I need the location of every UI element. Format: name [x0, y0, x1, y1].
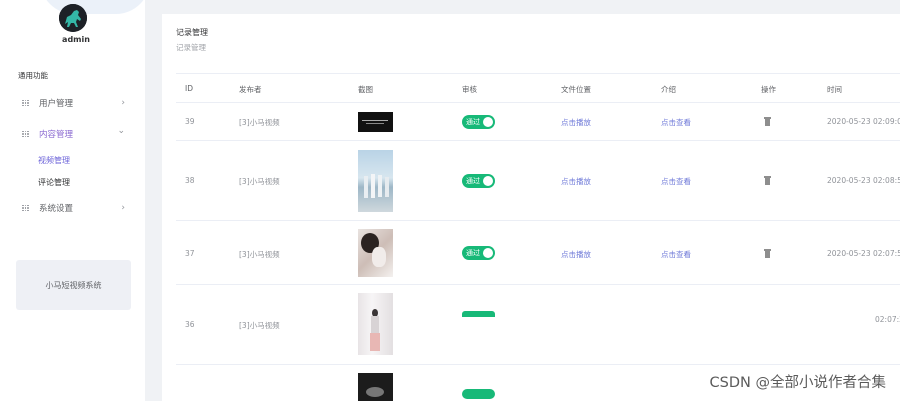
- section-title: 通用功能: [18, 71, 48, 80]
- play-link[interactable]: 点击播放: [561, 117, 591, 128]
- cell-publisher: [3]小马视频: [239, 118, 280, 127]
- cell-id: 38: [185, 176, 195, 185]
- cell-id: 39: [185, 117, 195, 126]
- review-toggle[interactable]: 通过: [462, 174, 495, 188]
- video-thumbnail[interactable]: [358, 293, 393, 355]
- cell-time: 2020-05-23 02:08:5: [827, 176, 900, 185]
- delete-icon[interactable]: [764, 249, 771, 258]
- toggle-knob: [483, 248, 493, 258]
- header-review: 审核: [462, 85, 477, 94]
- admin-name: admin: [62, 35, 90, 44]
- menu-content-management[interactable]: 内容管理 ⌄: [0, 123, 145, 145]
- view-intro-link[interactable]: 点击查看: [661, 249, 691, 260]
- records-table: ID 发布者 截图 审核 文件位置 介绍 操作 时间 39 [3]小马视频 通过…: [176, 73, 900, 401]
- delete-icon[interactable]: [764, 117, 771, 126]
- chevron-right-icon: ›: [121, 97, 125, 108]
- table-header: ID 发布者 截图 审核 文件位置 介绍 操作 时间: [176, 73, 900, 103]
- menu-label: 系统设置: [39, 204, 74, 214]
- play-link[interactable]: 点击播放: [561, 176, 591, 187]
- view-intro-link[interactable]: 点击查看: [661, 117, 691, 128]
- header-decoration: [40, 0, 150, 14]
- view-intro-link[interactable]: 点击查看: [661, 176, 691, 187]
- submenu-comment-management[interactable]: 评论管理: [38, 177, 70, 188]
- page-title: 记录管理: [176, 28, 208, 37]
- sidebar: admin 通用功能 用户管理 › 内容管理 ⌄ 视频管理 评论管理 系统设置 …: [0, 0, 150, 401]
- menu-system-settings[interactable]: 系统设置 ›: [0, 197, 145, 219]
- review-toggle-label: 通过: [466, 118, 480, 126]
- menu-user-management[interactable]: 用户管理 ›: [0, 92, 145, 114]
- video-thumbnail[interactable]: [358, 150, 393, 212]
- system-name: 小马短视频系统: [45, 280, 102, 290]
- video-thumbnail[interactable]: [358, 112, 393, 132]
- review-toggle[interactable]: 通过: [462, 115, 495, 129]
- cell-id: 37: [185, 249, 195, 258]
- chevron-right-icon: ›: [121, 202, 125, 213]
- grid-icon: [22, 130, 29, 138]
- submenu-video-management[interactable]: 视频管理: [38, 155, 70, 166]
- chevron-down-icon: ⌄: [117, 126, 125, 136]
- toggle-knob: [483, 176, 493, 186]
- header-time: 时间: [827, 85, 842, 94]
- loading-overlay: [427, 324, 867, 346]
- table-row: 37 [3]小马视频 通过 点击播放 点击查看 2020-05-23 02:07…: [176, 221, 900, 285]
- table-row: 39 [3]小马视频 通过 点击播放 点击查看 2020-05-23 02:09…: [176, 103, 900, 141]
- main-card: 记录管理 记录管理 ID 发布者 截图 审核 文件位置 介绍 操作 时间 39 …: [162, 14, 900, 401]
- breadcrumb: 记录管理: [176, 43, 206, 52]
- system-name-card: 小马短视频系统: [16, 260, 131, 310]
- review-toggle-label: 通过: [466, 177, 480, 185]
- horse-logo-icon: [59, 4, 87, 32]
- header-publisher: 发布者: [239, 85, 262, 94]
- cell-time: 2020-05-23 02:07:5: [827, 249, 900, 258]
- header-file-location: 文件位置: [561, 85, 591, 94]
- cell-time: 02:07:2: [875, 315, 900, 324]
- toggle-knob: [483, 117, 493, 127]
- watermark: CSDN @全部小说作者合集: [709, 375, 886, 391]
- play-link[interactable]: 点击播放: [561, 249, 591, 260]
- header-screenshot: 截图: [358, 85, 373, 94]
- cell-publisher: [3]小马视频: [239, 250, 280, 259]
- delete-icon[interactable]: [764, 176, 771, 185]
- review-toggle-label: 通过: [466, 249, 480, 257]
- header-id: ID: [185, 84, 193, 93]
- video-thumbnail[interactable]: [358, 229, 393, 277]
- cell-id: 36: [185, 320, 195, 329]
- table-row: 38 [3]小马视频 通过 点击播放 点击查看 2020-05-23 02:08…: [176, 141, 900, 221]
- menu-label: 用户管理: [39, 99, 74, 109]
- avatar[interactable]: [59, 4, 87, 32]
- review-toggle[interactable]: 通过: [462, 246, 495, 260]
- menu-label: 内容管理: [39, 130, 74, 140]
- cell-publisher: [3]小马视频: [239, 321, 280, 330]
- cell-time: 2020-05-23 02:09:0: [827, 117, 900, 126]
- grid-icon: [22, 99, 29, 107]
- review-toggle[interactable]: [462, 389, 495, 399]
- review-toggle[interactable]: 通过: [462, 311, 495, 317]
- header-actions: 操作: [761, 85, 776, 94]
- header-intro: 介绍: [661, 85, 676, 94]
- cell-publisher: [3]小马视频: [239, 177, 280, 186]
- grid-icon: [22, 204, 29, 212]
- video-thumbnail[interactable]: [358, 373, 393, 401]
